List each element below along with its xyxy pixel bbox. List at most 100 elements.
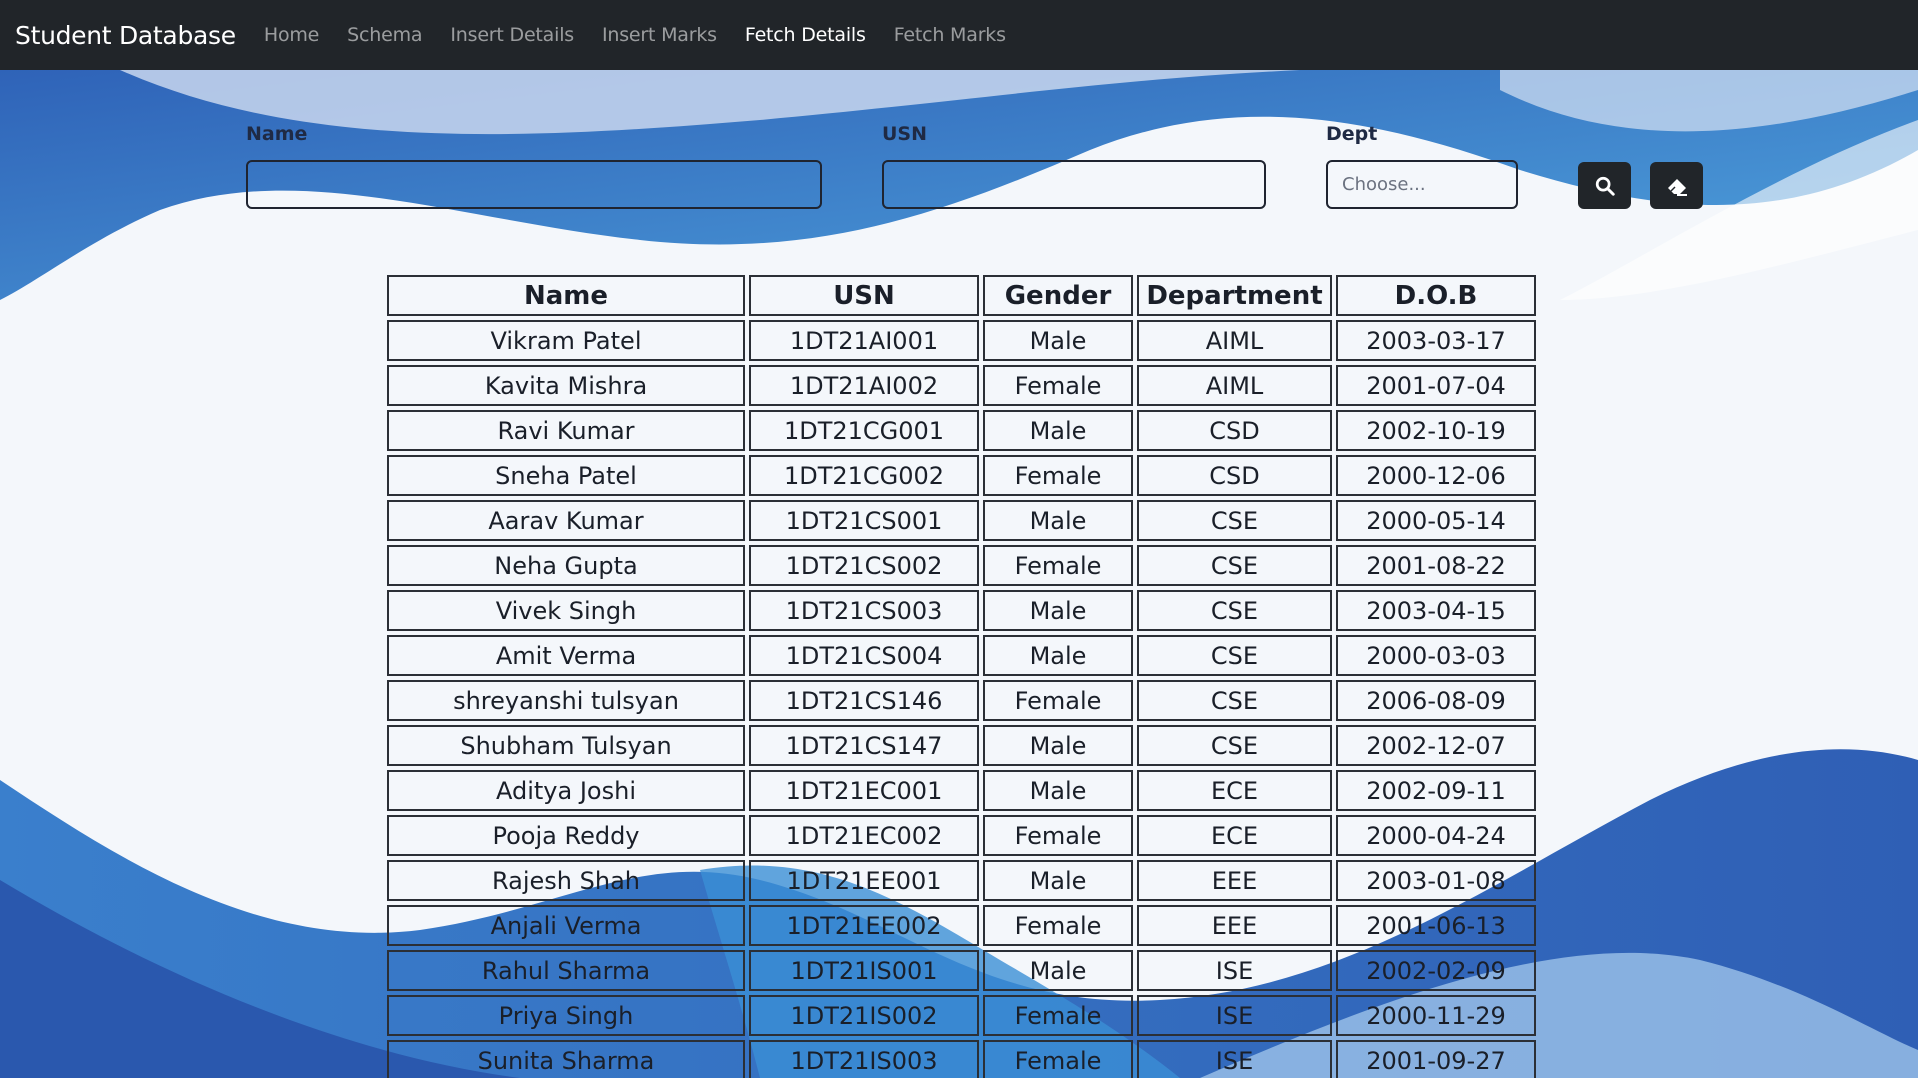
name-cell: Rajesh Shah	[387, 860, 745, 901]
dob-cell: 2001-06-13	[1336, 905, 1536, 946]
gender-cell: Male	[983, 410, 1133, 451]
dob-cell: 2000-05-14	[1336, 500, 1536, 541]
nav-link-insert-details[interactable]: Insert Details	[436, 24, 588, 46]
dob-cell: 2000-03-03	[1336, 635, 1536, 676]
nav-link-schema[interactable]: Schema	[333, 24, 436, 46]
search-icon	[1595, 176, 1615, 196]
table-row[interactable]: Vikram Patel 1DT21AI001 Male AIML 2003-03-17	[387, 320, 1536, 361]
department-cell: ISE	[1137, 950, 1332, 991]
name-cell: Aditya Joshi	[387, 770, 745, 811]
name-cell: Amit Verma	[387, 635, 745, 676]
department-cell: ECE	[1137, 770, 1332, 811]
table-row[interactable]: Shubham Tulsyan 1DT21CS147 Male CSE 2002-12-…	[387, 725, 1536, 766]
gender-cell: Male	[983, 725, 1133, 766]
dob-cell: 2002-02-09	[1336, 950, 1536, 991]
gender-cell: Female	[983, 365, 1133, 406]
usn-cell: 1DT21CG001	[749, 410, 979, 451]
search-button[interactable]	[1578, 162, 1631, 209]
table-row[interactable]: Priya Singh 1DT21IS002 Female ISE 2000-11-29	[387, 995, 1536, 1036]
table-row[interactable]: Kavita Mishra 1DT21AI002 Female AIML 2001-07…	[387, 365, 1536, 406]
department-cell: CSD	[1137, 455, 1332, 496]
col-header-gender[interactable]: Gender	[983, 275, 1133, 316]
department-cell: CSD	[1137, 410, 1332, 451]
department-cell: CSE	[1137, 680, 1332, 721]
gender-cell: Male	[983, 590, 1133, 631]
dob-cell: 2000-04-24	[1336, 815, 1536, 856]
student-table: Name USN Gender Department D.O.B Vikram …	[383, 271, 1540, 1078]
dob-cell: 2002-12-07	[1336, 725, 1536, 766]
department-cell: AIML	[1137, 320, 1332, 361]
usn-cell: 1DT21IS003	[749, 1040, 979, 1078]
usn-cell: 1DT21IS002	[749, 995, 979, 1036]
table-row[interactable]: Neha Gupta 1DT21CS002 Female CSE 2001-08-22	[387, 545, 1536, 586]
nav-link-fetch-marks[interactable]: Fetch Marks	[880, 24, 1020, 46]
table-row[interactable]: Sunita Sharma 1DT21IS003 Female ISE 2001-09-…	[387, 1040, 1536, 1078]
usn-input[interactable]	[882, 160, 1266, 209]
name-label: Name	[246, 123, 308, 145]
name-cell: Vikram Patel	[387, 320, 745, 361]
col-header-department[interactable]: Department	[1137, 275, 1332, 316]
dob-cell: 2002-10-19	[1336, 410, 1536, 451]
dob-cell: 2001-08-22	[1336, 545, 1536, 586]
name-cell: Vivek Singh	[387, 590, 745, 631]
name-cell: Sunita Sharma	[387, 1040, 745, 1078]
table-row[interactable]: Sneha Patel 1DT21CG002 Female CSD 2000-12-06	[387, 455, 1536, 496]
usn-cell: 1DT21CS002	[749, 545, 979, 586]
usn-cell: 1DT21CS001	[749, 500, 979, 541]
department-cell: ISE	[1137, 995, 1332, 1036]
usn-cell: 1DT21EC002	[749, 815, 979, 856]
name-cell: Pooja Reddy	[387, 815, 745, 856]
table-row[interactable]: Amit Verma 1DT21CS004 Male CSE 2000-03-03	[387, 635, 1536, 676]
usn-cell: 1DT21EC001	[749, 770, 979, 811]
gender-cell: Male	[983, 500, 1133, 541]
dob-cell: 2003-01-08	[1336, 860, 1536, 901]
col-header-dob[interactable]: D.O.B	[1336, 275, 1536, 316]
name-cell: Aarav Kumar	[387, 500, 745, 541]
table-row[interactable]: Aditya Joshi 1DT21EC001 Male ECE 2002-09-11	[387, 770, 1536, 811]
table-row[interactable]: Rahul Sharma 1DT21IS001 Male ISE 2002-02-09	[387, 950, 1536, 991]
name-cell: shreyanshi tulsyan	[387, 680, 745, 721]
table-row[interactable]: Anjali Verma 1DT21EE002 Female EEE 2001-06-1…	[387, 905, 1536, 946]
usn-cell: 1DT21IS001	[749, 950, 979, 991]
table-row[interactable]: Ravi Kumar 1DT21CG001 Male CSD 2002-10-19	[387, 410, 1536, 451]
usn-cell: 1DT21EE001	[749, 860, 979, 901]
name-input[interactable]	[246, 160, 822, 209]
dob-cell: 2000-11-29	[1336, 995, 1536, 1036]
eraser-icon	[1667, 178, 1687, 196]
table-row[interactable]: Pooja Reddy 1DT21EC002 Female ECE 2000-04-24	[387, 815, 1536, 856]
dob-cell: 2001-07-04	[1336, 365, 1536, 406]
department-cell: EEE	[1137, 860, 1332, 901]
table-row[interactable]: Rajesh Shah 1DT21EE001 Male EEE 2003-01-08	[387, 860, 1536, 901]
department-cell: CSE	[1137, 590, 1332, 631]
nav-link-insert-marks[interactable]: Insert Marks	[588, 24, 731, 46]
col-header-name[interactable]: Name	[387, 275, 745, 316]
table-row[interactable]: Vivek Singh 1DT21CS003 Male CSE 2003-04-15	[387, 590, 1536, 631]
gender-cell: Male	[983, 950, 1133, 991]
gender-cell: Male	[983, 320, 1133, 361]
dob-cell: 2003-03-17	[1336, 320, 1536, 361]
usn-cell: 1DT21AI002	[749, 365, 979, 406]
department-cell: CSE	[1137, 725, 1332, 766]
department-cell: CSE	[1137, 635, 1332, 676]
usn-cell: 1DT21CS003	[749, 590, 979, 631]
name-cell: Ravi Kumar	[387, 410, 745, 451]
name-cell: Shubham Tulsyan	[387, 725, 745, 766]
gender-cell: Female	[983, 815, 1133, 856]
usn-cell: 1DT21EE002	[749, 905, 979, 946]
dept-select[interactable]: Choose...	[1326, 160, 1518, 209]
department-cell: AIML	[1137, 365, 1332, 406]
name-cell: Kavita Mishra	[387, 365, 745, 406]
dob-cell: 2000-12-06	[1336, 455, 1536, 496]
brand-title[interactable]: Student Database	[15, 21, 236, 50]
department-cell: CSE	[1137, 500, 1332, 541]
col-header-usn[interactable]: USN	[749, 275, 979, 316]
table-row[interactable]: shreyanshi tulsyan 1DT21CS146 Female CSE 200…	[387, 680, 1536, 721]
gender-cell: Female	[983, 1040, 1133, 1078]
nav-link-fetch-details[interactable]: Fetch Details	[731, 24, 880, 46]
table-body: Vikram Patel 1DT21AI001 Male AIML 2003-03-17…	[387, 320, 1536, 1078]
table-row[interactable]: Aarav Kumar 1DT21CS001 Male CSE 2000-05-14	[387, 500, 1536, 541]
nav-link-home[interactable]: Home	[250, 24, 333, 46]
name-cell: Rahul Sharma	[387, 950, 745, 991]
name-cell: Sneha Patel	[387, 455, 745, 496]
clear-button[interactable]	[1650, 162, 1703, 209]
